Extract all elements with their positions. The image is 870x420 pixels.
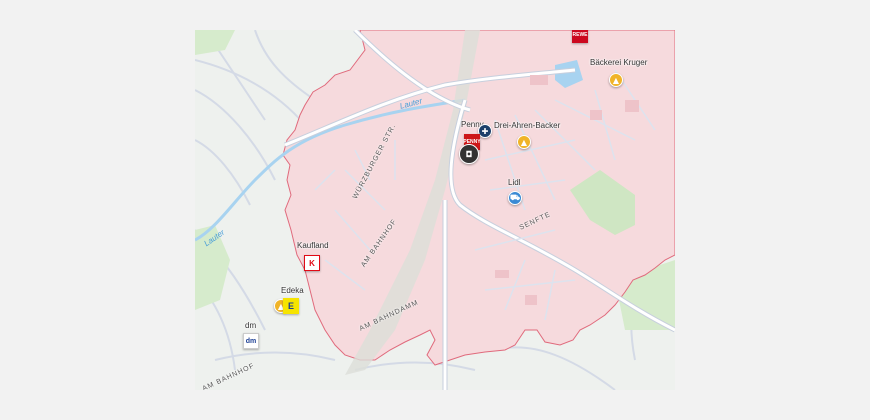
kaufland-marker[interactable]: K: [304, 255, 320, 271]
map-canvas: [195, 30, 675, 390]
camera-marker[interactable]: ◘: [459, 144, 479, 164]
kaufland-label: Kaufland: [297, 241, 329, 250]
rewe-marker[interactable]: REWE: [572, 30, 588, 43]
edeka-label: Edeka: [281, 286, 304, 295]
lidl-marker[interactable]: ⛟: [508, 191, 522, 205]
rewe-logo-text: REWE: [572, 32, 588, 38]
drei-aehren-marker[interactable]: ▲: [517, 135, 531, 149]
map-view[interactable]: Lauter Lauter WÜRZBURGER STR. AM BAHNHOF…: [195, 30, 675, 390]
penny-secondary-marker[interactable]: ✚: [478, 124, 492, 138]
store-icon: ✚: [481, 126, 489, 136]
bakery-icon: ▲: [612, 75, 620, 85]
dm-logo-text: dm: [245, 337, 257, 345]
camera-icon: ◘: [465, 149, 473, 159]
kaufland-logo-text: K: [309, 258, 315, 268]
edeka-logo-text: E: [287, 301, 294, 311]
lidl-label: Lidl: [508, 178, 521, 187]
baeckerei-krueger-marker[interactable]: ▲: [609, 73, 623, 87]
shopping-cart-icon: ⛟: [509, 193, 521, 202]
dm-label: dm: [245, 321, 257, 330]
baeckerei-krueger-label: Bäckerei Kruger: [590, 58, 648, 67]
dm-marker[interactable]: dm: [243, 333, 259, 349]
drei-aehren-label: Drei-Ahren-Backer: [494, 121, 561, 130]
bakery-icon: ▲: [520, 137, 528, 147]
edeka-marker[interactable]: E: [283, 298, 299, 314]
